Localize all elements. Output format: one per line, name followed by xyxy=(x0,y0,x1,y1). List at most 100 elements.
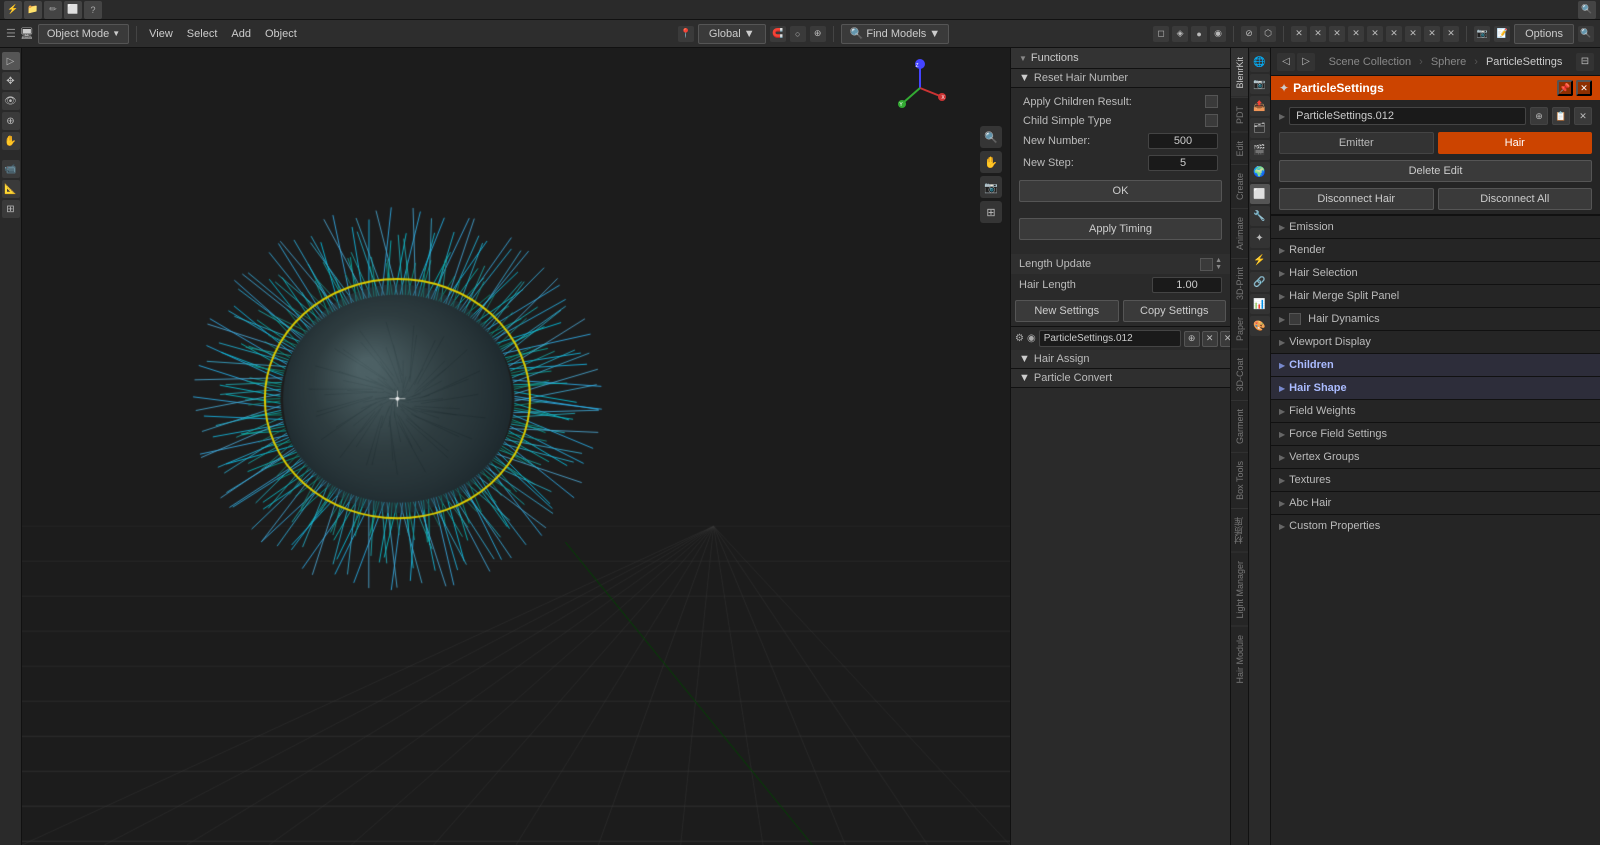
window-menu[interactable]: ⬜ xyxy=(64,1,82,19)
del1[interactable]: ✕ xyxy=(1291,26,1307,42)
measure-tool[interactable]: 📐 xyxy=(2,180,20,198)
force-field-header[interactable]: ▶ Force Field Settings xyxy=(1271,423,1600,445)
ok-btn[interactable]: OK xyxy=(1019,180,1222,202)
garment-tab[interactable]: Garment xyxy=(1231,400,1248,452)
disconnect-hair-btn[interactable]: Disconnect Hair xyxy=(1279,188,1434,210)
find-models-btn[interactable]: 🔍 Find Models ▼ xyxy=(841,24,950,44)
apply-children-checkbox[interactable] xyxy=(1205,95,1218,108)
viewport-shading-3[interactable]: ● xyxy=(1191,26,1207,42)
3dcoat-tab[interactable]: 3D-Coat xyxy=(1231,349,1248,400)
move-tool[interactable]: ✥ xyxy=(2,72,20,90)
search-icon-right[interactable]: 🔍 xyxy=(1578,26,1594,42)
constraints-icon[interactable]: 🔗 xyxy=(1250,272,1270,292)
render-props-icon[interactable]: 📷 xyxy=(1250,74,1270,94)
add-btn[interactable]: Add xyxy=(226,26,256,42)
scene-icon[interactable]: 🌐 xyxy=(1250,52,1270,72)
light-manager-tab[interactable]: Light Manager xyxy=(1231,552,1248,627)
del6[interactable]: ✕ xyxy=(1386,26,1402,42)
viewport-shading-1[interactable]: ◻ xyxy=(1153,26,1169,42)
hair-length-input[interactable] xyxy=(1152,277,1222,293)
ps-x-btn[interactable]: ✕ xyxy=(1574,107,1592,125)
object-mode-btn[interactable]: Object Mode ▼ xyxy=(38,24,129,44)
edit-menu[interactable]: ✏ xyxy=(44,1,62,19)
3dprint-tab[interactable]: 3D-Print xyxy=(1231,258,1248,308)
particle-name-input[interactable] xyxy=(1039,330,1181,347)
gps-icon[interactable]: 📍 xyxy=(678,26,694,42)
ps-pin-btn[interactable]: 📌 xyxy=(1557,80,1573,96)
animate-tab[interactable]: Animate xyxy=(1231,208,1248,258)
length-checkbox[interactable] xyxy=(1200,258,1213,271)
view-btn[interactable]: View xyxy=(144,26,178,42)
create-tab[interactable]: Create xyxy=(1231,164,1248,208)
material-tab[interactable]: 材质库 xyxy=(1231,508,1248,552)
file-menu[interactable]: 📁 xyxy=(24,1,42,19)
viewport-shading-4[interactable]: ◉ xyxy=(1210,26,1226,42)
del3[interactable]: ✕ xyxy=(1329,26,1345,42)
physics-icon[interactable]: ⚡ xyxy=(1250,250,1270,270)
new-settings-btn[interactable]: New Settings xyxy=(1015,300,1119,322)
transform-icon[interactable]: ⊕ xyxy=(810,26,826,42)
cursor-tool[interactable]: ⊕ xyxy=(2,112,20,130)
pa-browse[interactable]: ⊕ xyxy=(1184,331,1200,347)
modifier-icon[interactable]: 🔧 xyxy=(1250,206,1270,226)
particle-convert-header[interactable]: ▼ Particle Convert xyxy=(1011,369,1230,388)
del4[interactable]: ✕ xyxy=(1348,26,1364,42)
disconnect-all-btn[interactable]: Disconnect All xyxy=(1438,188,1593,210)
children-header[interactable]: ▶ Children xyxy=(1271,354,1600,376)
del8[interactable]: ✕ xyxy=(1424,26,1440,42)
props-nav-fwd[interactable]: ▷ xyxy=(1297,53,1315,71)
hair-shape-header[interactable]: ▶ Hair Shape xyxy=(1271,377,1600,399)
hair-btn[interactable]: Hair xyxy=(1438,132,1593,154)
abc-hair-header[interactable]: ▶ Abc Hair xyxy=(1271,492,1600,514)
camera-tool[interactable]: 📹 xyxy=(2,160,20,178)
material-icon[interactable]: 🎨 xyxy=(1250,316,1270,336)
search[interactable]: 🔍 xyxy=(1578,1,1596,19)
del5[interactable]: ✕ xyxy=(1367,26,1383,42)
viewport[interactable]: Z X Y 🔍 ✋ 📷 ⊞ xyxy=(22,48,1010,845)
global-btn[interactable]: Global ▼ xyxy=(698,24,766,44)
view-tool[interactable]: 👁 xyxy=(2,92,20,110)
props-content[interactable]: ▶ ⊕ 📋 ✕ Emitter Hair Delete Edit Disconn… xyxy=(1271,100,1600,845)
object-btn[interactable]: Object xyxy=(260,26,302,42)
textures-header[interactable]: ▶ Textures xyxy=(1271,469,1600,491)
length-arrow-up[interactable]: ▲ xyxy=(1215,257,1222,264)
snap-icon[interactable]: 🧲 xyxy=(770,26,786,42)
emission-header[interactable]: ▶ Emission xyxy=(1271,216,1600,238)
world-icon[interactable]: 🌍 xyxy=(1250,162,1270,182)
object-props-icon[interactable]: ⬜ xyxy=(1250,184,1270,204)
props-nav-back[interactable]: ◁ xyxy=(1277,53,1295,71)
ps-copy-btn[interactable]: 📋 xyxy=(1552,107,1570,125)
hair-dynamics-header[interactable]: ▶ Hair Dynamics xyxy=(1271,308,1600,330)
paper-tab[interactable]: Paper xyxy=(1231,308,1248,349)
new-step-input[interactable]: 5 xyxy=(1148,155,1218,171)
grab-tool[interactable]: ✋ xyxy=(2,132,20,150)
viewport-shading-2[interactable]: ◈ xyxy=(1172,26,1188,42)
header-menu-icon[interactable]: ☰ xyxy=(6,27,16,40)
apply-timing-btn[interactable]: Apply Timing xyxy=(1019,218,1222,240)
output-icon[interactable]: 📤 xyxy=(1250,96,1270,116)
pdt-tab[interactable]: PDT xyxy=(1231,97,1248,132)
render-icon[interactable]: 📷 xyxy=(1474,26,1490,42)
hair-module-tab[interactable]: Hair Module xyxy=(1231,626,1248,692)
hair-selection-header[interactable]: ▶ Hair Selection xyxy=(1271,262,1600,284)
emitter-btn[interactable]: Emitter xyxy=(1279,132,1434,154)
new-number-input[interactable]: 500 xyxy=(1148,133,1218,149)
data-icon[interactable]: 📊 xyxy=(1250,294,1270,314)
delete-edit-btn[interactable]: Delete Edit xyxy=(1279,160,1592,182)
length-arrow-down[interactable]: ▼ xyxy=(1215,264,1222,271)
viewport-canvas[interactable] xyxy=(22,48,1010,845)
boxtools-tab[interactable]: Box Tools xyxy=(1231,452,1248,508)
editor-icon[interactable]: 📝 xyxy=(1494,26,1510,42)
hair-dynamics-checkbox[interactable] xyxy=(1289,313,1301,325)
help-menu[interactable]: ? xyxy=(84,1,102,19)
overlay-icon[interactable]: ⊘ xyxy=(1241,26,1257,42)
view-mode-icon[interactable]: 🖥 xyxy=(20,27,34,40)
blender-logo[interactable]: ⚡ xyxy=(4,1,22,19)
props-filter[interactable]: ⊟ xyxy=(1576,53,1594,71)
viewport-display-header[interactable]: ▶ Viewport Display xyxy=(1271,331,1600,353)
del9[interactable]: ✕ xyxy=(1443,26,1459,42)
edit-tab[interactable]: Edit xyxy=(1231,132,1248,165)
options-btn[interactable]: Options xyxy=(1514,24,1574,44)
proportional-icon[interactable]: ○ xyxy=(790,26,806,42)
copy-settings-btn[interactable]: Copy Settings xyxy=(1123,300,1227,322)
